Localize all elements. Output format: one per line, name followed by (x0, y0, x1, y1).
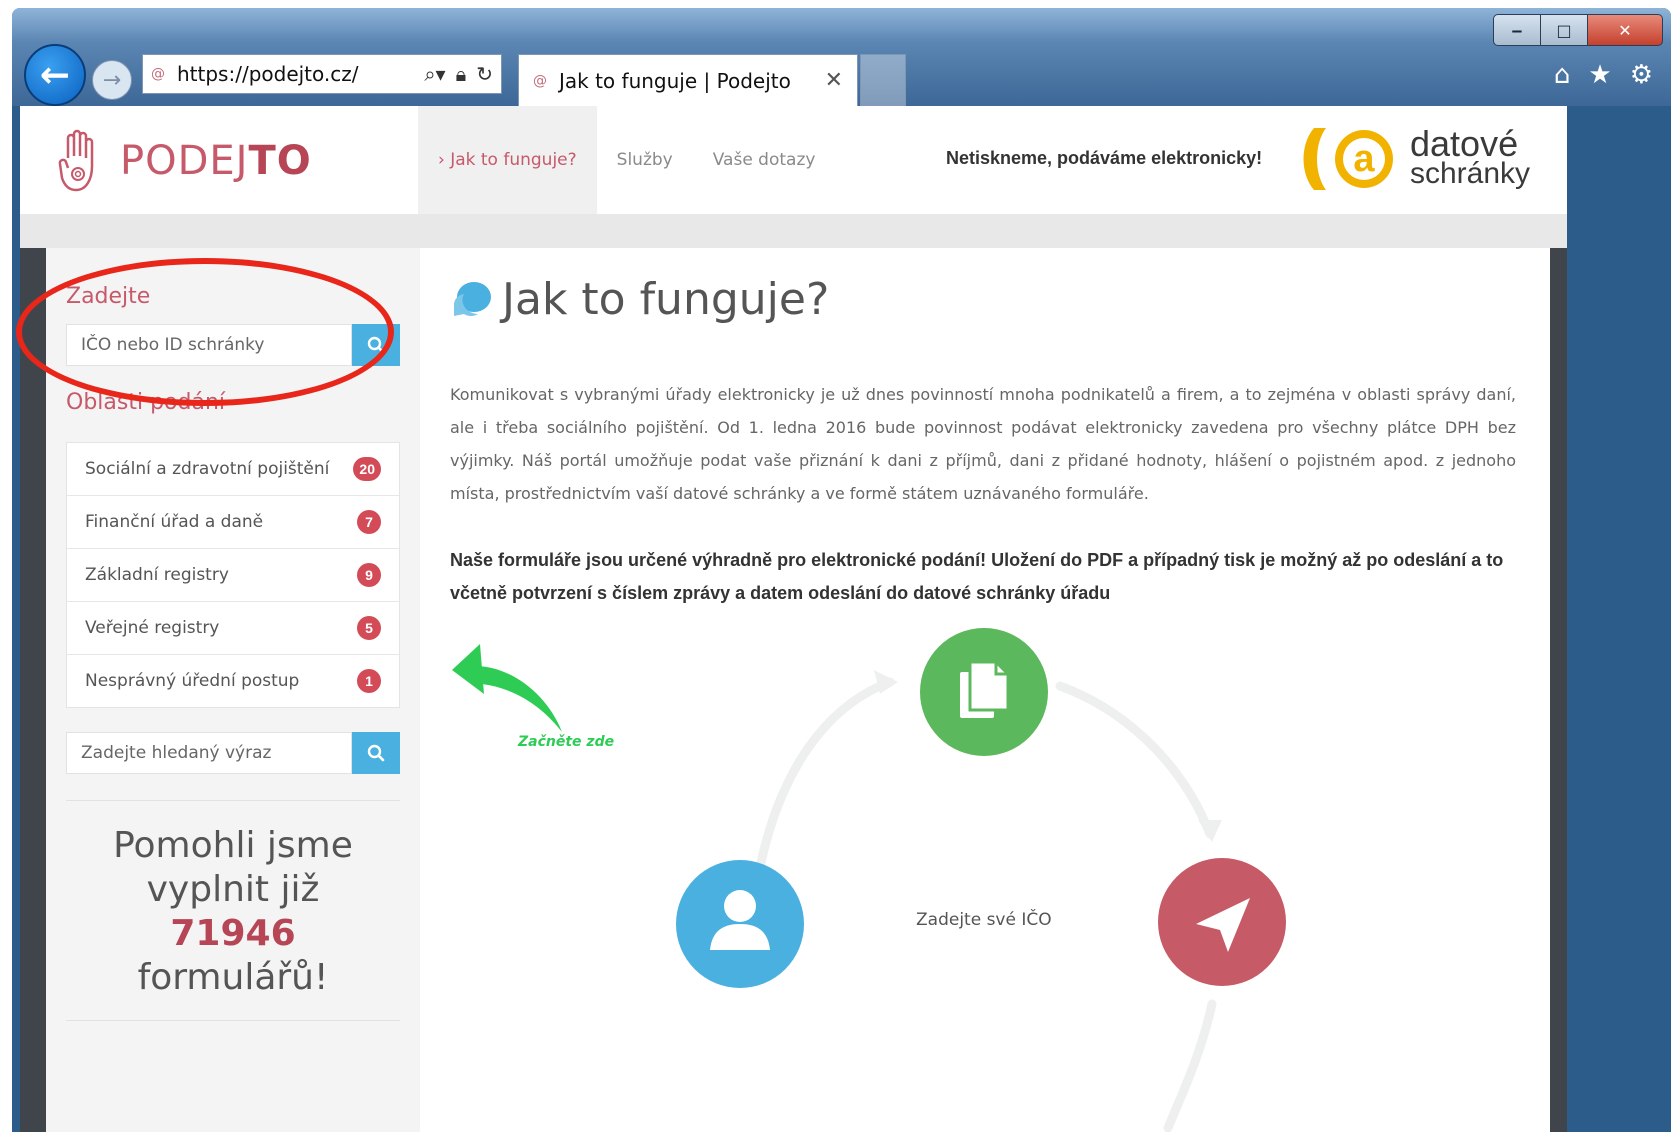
category-label: Finanční úřad a daně (85, 512, 264, 532)
category-count-badge: 1 (357, 669, 381, 693)
star-icon[interactable]: ★ (1588, 60, 1611, 90)
category-list: Sociální a zdravotní pojištění 20 Finanč… (66, 442, 400, 708)
search-icon (367, 744, 385, 762)
category-count-badge: 20 (353, 457, 381, 481)
category-label: Veřejné registry (85, 618, 220, 638)
counter-line1: Pomohli jsme (113, 825, 353, 866)
annotation-highlight-ellipse (16, 258, 394, 406)
hand-logo-icon (58, 129, 94, 192)
tab-close-icon[interactable]: ✕ (825, 68, 843, 93)
step-label: Zadejte své IČO (916, 910, 1052, 930)
svg-text:a: a (1353, 138, 1375, 180)
tab-title: Jak to funguje | Podejto (559, 68, 791, 93)
category-item[interactable]: Nesprávný úřední postup 1 (67, 654, 399, 707)
documents-step[interactable] (920, 628, 1048, 756)
lock-icon[interactable]: 🔒︎ (456, 62, 467, 86)
maximize-icon[interactable]: □ (1541, 14, 1588, 46)
arrow-right-icon: → (102, 67, 122, 93)
forward-button[interactable]: → (92, 60, 132, 100)
category-item[interactable]: Finanční úřad a daně 7 (67, 495, 399, 548)
category-item[interactable]: Sociální a zdravotní pojištění 20 (67, 443, 399, 495)
text-search: Zadejte hledaný výraz (66, 732, 400, 774)
gear-icon[interactable]: ⚙ (1630, 60, 1653, 90)
search-input[interactable]: Zadejte hledaný výraz (66, 732, 352, 774)
category-count-badge: 9 (357, 563, 381, 587)
category-count-badge: 7 (357, 510, 381, 534)
cycle-arrowhead-icon (1198, 820, 1222, 842)
main-content: Jak to funguje? Komunikovat s vybranými … (420, 248, 1550, 1132)
nav-item-questions[interactable]: Vaše dotazy (693, 106, 836, 214)
counter-number: 71946 (170, 913, 296, 954)
browser-toolbar: ⌂ ★ ⚙ (1554, 60, 1653, 90)
back-button[interactable]: ← (24, 44, 86, 106)
new-tab-button[interactable] (860, 54, 906, 106)
send-step[interactable] (1158, 858, 1286, 986)
header-slogan: Netiskneme, podáváme elektronicky! (946, 148, 1263, 168)
address-bar[interactable]: @ https://podejto.cz/ ⌕▾ 🔒︎ ↻ (142, 54, 502, 94)
logo-text-light: PODEJ (120, 138, 249, 184)
browser-chrome: ‒ □ ✕ ← → @ https://podejto.cz/ ⌕▾ 🔒︎ ↻ … (12, 8, 1671, 106)
ds-logo-line1: datové (1410, 123, 1519, 164)
site-header: PODEJTO › Jak to funguje? Služby Vaše do… (20, 106, 1567, 214)
site-logo[interactable]: PODEJTO (58, 128, 312, 194)
search-button[interactable] (352, 732, 400, 774)
site-favicon-icon: @ (151, 66, 165, 82)
sidebar-divider (66, 800, 400, 801)
nav-item-services[interactable]: Služby (597, 106, 693, 214)
arrow-left-icon: ← (39, 54, 71, 96)
browser-tab[interactable]: @ Jak to funguje | Podejto ✕ (518, 54, 858, 106)
counter-line2: vyplnit již (146, 869, 320, 910)
category-item[interactable]: Veřejné registry 5 (67, 601, 399, 654)
forms-counter: Pomohli jsme vyplnit již 71946 formulářů… (66, 824, 400, 1000)
category-label: Základní registry (85, 565, 229, 585)
at-sign-logo-icon: a (1303, 128, 1393, 190)
minimize-icon[interactable]: ‒ (1493, 14, 1541, 46)
close-icon[interactable]: ✕ (1588, 14, 1663, 46)
tab-favicon-icon: @ (533, 72, 547, 89)
main-nav: › Jak to funguje? Služby Vaše dotazy (418, 106, 835, 214)
counter-line3: formulářů! (137, 957, 329, 998)
category-item[interactable]: Základní registry 9 (67, 548, 399, 601)
browser-window: ‒ □ ✕ ← → @ https://podejto.cz/ ⌕▾ 🔒︎ ↻ … (12, 8, 1671, 1132)
start-arrow-icon (452, 644, 562, 732)
process-diagram (452, 628, 1286, 1132)
category-label: Sociální a zdravotní pojištění (85, 459, 330, 479)
nav-item-how-it-works[interactable]: › Jak to funguje? (418, 106, 597, 214)
search-icon[interactable]: ⌕▾ (424, 62, 445, 86)
category-label: Nesprávný úřední postup (85, 671, 300, 691)
ds-logo-line2: schránky (1410, 157, 1531, 190)
header-divider-strip (20, 214, 1567, 248)
url-text[interactable]: https://podejto.cz/ (177, 62, 424, 86)
datove-schranky-logo[interactable]: a datové schránky (1296, 124, 1530, 194)
sidebar-divider (66, 1020, 400, 1021)
refresh-icon[interactable]: ↻ (476, 62, 493, 86)
home-icon[interactable]: ⌂ (1554, 60, 1571, 90)
logo-text-bold: TO (248, 138, 312, 184)
user-step[interactable] (676, 860, 804, 988)
window-controls: ‒ □ ✕ (1493, 14, 1663, 46)
start-here-label: Začněte zde (518, 734, 615, 750)
category-count-badge: 5 (357, 616, 381, 640)
